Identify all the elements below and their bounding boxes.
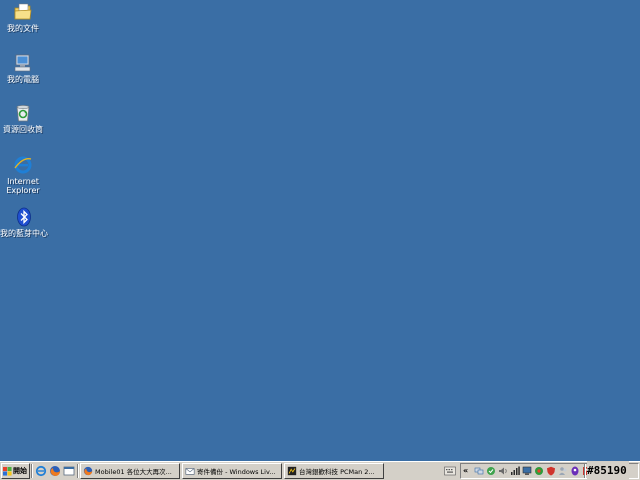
desktop-icon-my-computer[interactable]: 我的電腦	[0, 53, 49, 84]
messenger-icon[interactable]	[558, 466, 568, 476]
task-button-windows-live-mail[interactable]: 寄件備份 - Windows Liv...	[182, 463, 282, 479]
desktop-icon-bluetooth[interactable]: 我的藍芽中心	[0, 207, 50, 238]
desktop-icon-internet-explorer[interactable]: Internet Explorer	[0, 155, 49, 195]
start-button[interactable]: 開始	[1, 463, 30, 479]
network-icon[interactable]	[474, 466, 484, 476]
mail-icon	[185, 468, 195, 475]
taskbar-separator	[584, 464, 586, 478]
task-button-mobile01[interactable]: Mobile01 各位大大再次...	[80, 463, 180, 479]
task-label: Mobile01 各位大大再次...	[95, 468, 172, 476]
volume-icon[interactable]	[498, 466, 508, 476]
desktop-icon-label: 我的藍芽中心	[0, 229, 48, 238]
yahoo-icon[interactable]	[570, 466, 580, 476]
antivirus-icon[interactable]	[534, 466, 544, 476]
my-documents-folder-icon	[14, 3, 32, 20]
taskbar: 開始 Mobile01 各位大大再次... 寄件備份 - Windows Liv…	[0, 461, 640, 480]
desktop-icon-label: 資源回收筒	[3, 125, 43, 134]
display-icon[interactable]	[522, 466, 532, 476]
taskbar-separator	[77, 464, 79, 478]
quick-launch-internet-explorer-icon[interactable]	[35, 465, 47, 477]
quick-launch-firefox-icon[interactable]	[49, 465, 61, 477]
task-label: 寄件備份 - Windows Liv...	[197, 468, 276, 476]
pcman-icon	[287, 466, 297, 476]
keyboard-language-icon[interactable]	[444, 466, 456, 476]
desktop-icon-label: 我的電腦	[7, 75, 39, 84]
bluetooth-icon	[17, 207, 31, 227]
recycle-bin-icon	[16, 105, 30, 122]
signal-icon[interactable]	[510, 466, 520, 476]
security-icon[interactable]	[486, 466, 496, 476]
watermark-badge: #85190	[587, 461, 629, 480]
shield-icon[interactable]	[546, 466, 556, 476]
start-label: 開始	[13, 467, 27, 475]
firefox-icon	[83, 466, 93, 476]
tray-expand-chevron[interactable]: «	[463, 466, 468, 476]
task-label: 台灣銀歡科技 PCMan 2...	[299, 468, 375, 476]
desktop-icon-label: Internet Explorer	[6, 177, 40, 195]
desktop-icon-my-documents[interactable]: 我的文件	[0, 2, 49, 33]
desktop-icon-recycle-bin[interactable]: 資源回收筒	[0, 103, 49, 134]
desktop-icon-label: 我的文件	[7, 24, 39, 33]
desktop: 我的文件 我的電腦 資源回收筒 Internet Explorer 我的藍芽中心	[0, 0, 640, 461]
task-button-pcman[interactable]: 台灣銀歡科技 PCMan 2...	[284, 463, 384, 479]
quick-launch-show-desktop-icon[interactable]	[63, 465, 75, 477]
internet-explorer-icon	[14, 156, 32, 174]
windows-flag-icon	[3, 466, 12, 476]
taskbar-separator	[31, 464, 33, 478]
my-computer-icon	[14, 54, 31, 72]
